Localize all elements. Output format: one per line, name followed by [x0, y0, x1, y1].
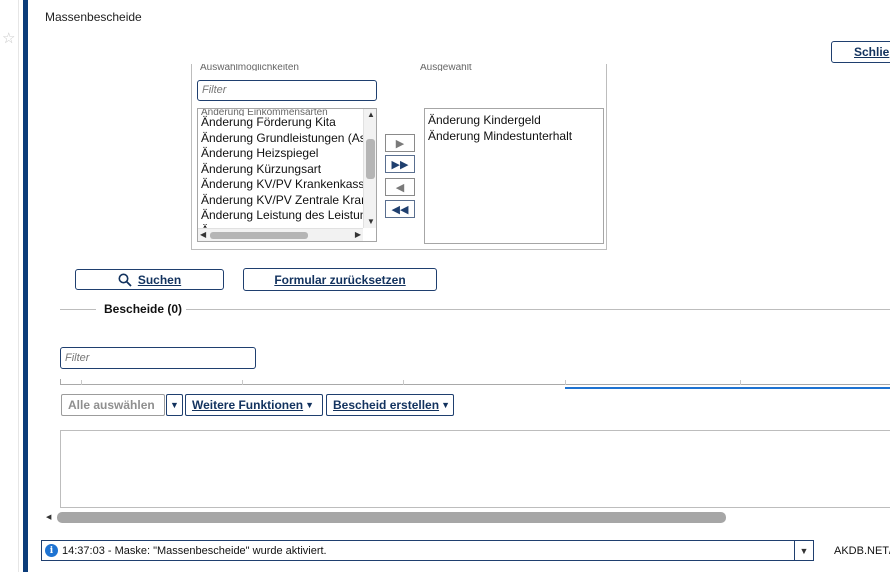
scroll-left-icon[interactable]: ◀: [46, 514, 51, 522]
scroll-thumb[interactable]: [366, 139, 375, 179]
list-item[interactable]: Änderung KV/PV Zentrale Krank: [201, 193, 374, 209]
available-caption: Auswahlmöglichkeiten: [200, 64, 299, 71]
available-list-hscroll[interactable]: ◀ ▶: [198, 228, 363, 241]
column-divider: [403, 380, 404, 385]
available-filter-input[interactable]: Filter: [197, 80, 377, 101]
close-button[interactable]: Schlie: [831, 41, 890, 63]
accent-bar: [23, 0, 28, 572]
select-all-button[interactable]: Alle auswählen: [61, 394, 165, 416]
list-item[interactable]: Änderung Kürzungsart: [201, 162, 365, 178]
more-functions-label: Weitere Funktionen: [192, 398, 304, 412]
list-item[interactable]: Änderung KV/PV Krankenkasse: [201, 177, 371, 193]
chevron-down-icon: ▼: [799, 545, 809, 556]
create-notice-button[interactable]: Bescheid erstellen ▼: [326, 394, 454, 416]
table-header-line: [60, 384, 890, 385]
close-button-label: Schlie: [854, 45, 890, 59]
select-all-label: Alle auswählen: [68, 398, 155, 412]
search-button[interactable]: Suchen: [75, 269, 224, 290]
chevron-down-icon: ▼: [305, 400, 315, 410]
list-item[interactable]: Änderung Förderung Kita: [201, 115, 365, 131]
star-icon[interactable]: ☆: [2, 31, 15, 46]
search-icon: [118, 273, 132, 287]
list-item[interactable]: Änderung Leistung des Leistung: [201, 208, 373, 224]
selection-panel: Auswahlmöglichkeiten Ausgewählt Filter Ä…: [191, 64, 607, 250]
reset-form-button[interactable]: Formular zurücksetzen: [243, 268, 437, 291]
move-left-button[interactable]: ◀: [385, 178, 415, 196]
table-header-accent: [565, 387, 890, 389]
search-button-label: Suchen: [137, 272, 182, 287]
page-title: Massenbescheide: [45, 10, 142, 24]
column-divider: [565, 380, 566, 385]
move-all-right-button[interactable]: ▶▶: [385, 155, 415, 173]
list-item[interactable]: Änderung Mindestunterhalt: [428, 129, 572, 145]
info-icon: i: [45, 544, 58, 557]
list-item[interactable]: Änderung Kindergeld: [428, 113, 572, 129]
column-divider: [740, 380, 741, 385]
scroll-down-icon[interactable]: ▼: [367, 218, 375, 226]
chevron-down-icon: ▼: [170, 400, 179, 410]
left-gutter: [0, 0, 19, 572]
move-right-button[interactable]: ▶: [385, 134, 415, 152]
main-scroll-thumb[interactable]: [57, 512, 726, 523]
available-list[interactable]: Änderung Einkommensarten Änderung Förder…: [197, 108, 377, 242]
create-notice-label: Bescheid erstellen: [333, 398, 440, 412]
status-dropdown[interactable]: ▼: [794, 541, 813, 560]
scroll-left-icon[interactable]: ◀: [200, 231, 206, 239]
results-table[interactable]: [60, 430, 890, 508]
reset-form-button-label: Formular zurücksetzen: [274, 272, 406, 287]
divider: [186, 309, 890, 310]
more-functions-button[interactable]: Weitere Funktionen ▼: [185, 394, 323, 416]
scroll-thumb[interactable]: [210, 232, 308, 239]
select-all-dropdown[interactable]: ▼: [166, 394, 183, 416]
chevron-down-icon: ▼: [441, 400, 450, 410]
selected-caption: Ausgewählt: [420, 64, 472, 71]
scroll-up-icon[interactable]: ▲: [367, 111, 375, 119]
list-item[interactable]: Änderung Grundleistungen (Asy: [201, 131, 372, 147]
list-item[interactable]: Änderung Heizspiegel: [201, 146, 365, 162]
server-label: AKDB.NET/: [834, 545, 890, 557]
move-all-left-button[interactable]: ◀◀: [385, 200, 415, 218]
column-divider: [81, 380, 82, 385]
status-bar: i 14:37:03 - Maske: "Massenbescheide" wu…: [41, 540, 814, 561]
scroll-right-icon[interactable]: ▶: [355, 231, 361, 239]
divider: [60, 309, 96, 310]
selected-list[interactable]: Änderung Kindergeld Änderung Mindestunte…: [424, 108, 604, 244]
results-legend: Bescheide (0): [104, 302, 183, 316]
results-filter-input[interactable]: Filter: [60, 347, 256, 369]
available-list-vscroll[interactable]: ▲ ▼: [363, 109, 376, 228]
column-divider: [242, 380, 243, 385]
column-divider: [60, 379, 61, 385]
status-message: 14:37:03 - Maske: "Massenbescheide" wurd…: [62, 544, 327, 557]
